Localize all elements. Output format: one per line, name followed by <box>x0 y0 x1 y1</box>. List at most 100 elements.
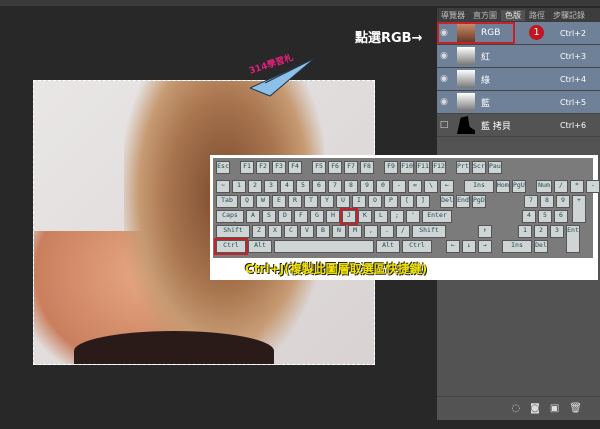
tab-0[interactable]: 導覽器 <box>437 10 469 21</box>
key: ] <box>416 195 430 208</box>
key: 6 <box>554 210 568 223</box>
trash-icon[interactable]: 🗑 <box>569 403 582 414</box>
channel-shortcut: Ctrl+5 <box>560 97 587 107</box>
channel-name: 藍 拷貝 <box>481 121 511 132</box>
key: F9 <box>384 161 398 174</box>
channel-shortcut: Ctrl+2 <box>560 28 587 38</box>
key: P <box>384 195 398 208</box>
key: T <box>304 195 318 208</box>
key: PrtSc <box>456 161 470 174</box>
new-channel-icon[interactable]: ▣ <box>550 403 559 414</box>
key: 7 <box>524 195 538 208</box>
key: , <box>364 225 378 238</box>
key: 3 <box>264 180 278 193</box>
key: [ <box>400 195 414 208</box>
key: Ins <box>502 240 532 253</box>
key: . <box>380 225 394 238</box>
channel-thumbnail <box>457 93 475 111</box>
key: F3 <box>272 161 286 174</box>
key: → <box>478 240 492 253</box>
key: D <box>278 210 292 223</box>
key: R <box>288 195 302 208</box>
key: C <box>284 225 298 238</box>
key: 5 <box>538 210 552 223</box>
top-bar <box>0 0 600 6</box>
key: F6 <box>328 161 342 174</box>
key: / <box>554 180 568 193</box>
key: K <box>358 210 372 223</box>
key: Alt <box>248 240 272 253</box>
key: F4 <box>288 161 302 174</box>
key: F1 <box>240 161 254 174</box>
key: Home <box>496 180 510 193</box>
channel-row[interactable]: ◉ RGB Ctrl+2 1 <box>437 22 600 45</box>
panel-tabs: 導覽器 直方圖 色版 路徑 步驟記錄 <box>437 8 600 22</box>
key: Del <box>534 240 548 253</box>
key: 7 <box>328 180 342 193</box>
channel-name: 藍 <box>481 98 491 109</box>
highlight-box <box>437 22 515 44</box>
key: Enter <box>422 210 452 223</box>
key: W <box>256 195 270 208</box>
channel-row[interactable]: □ 藍 拷貝 Ctrl+6 <box>437 114 600 137</box>
key: Del <box>440 195 454 208</box>
key: Shift <box>412 225 446 238</box>
key: H <box>326 210 340 223</box>
key: 5 <box>296 180 310 193</box>
key: \ <box>424 180 438 193</box>
key: I <box>352 195 366 208</box>
tab-2[interactable]: 色版 <box>501 9 525 21</box>
key <box>274 240 374 253</box>
key: ; <box>390 210 404 223</box>
key: Y <box>320 195 334 208</box>
eye-icon[interactable]: ◉ <box>437 97 451 107</box>
load-selection-icon[interactable]: ◌ <box>511 403 520 414</box>
key: 2 <box>248 180 262 193</box>
channel-row[interactable]: ◉ 紅 Ctrl+3 <box>437 45 600 68</box>
key: 8 <box>540 195 554 208</box>
key: Ent <box>566 225 580 253</box>
key: L <box>374 210 388 223</box>
channel-shortcut: Ctrl+6 <box>560 120 587 130</box>
channel-shortcut: Ctrl+3 <box>560 51 587 61</box>
channel-name: 紅 <box>481 52 491 63</box>
key: Num <box>536 180 552 193</box>
key: F <box>294 210 308 223</box>
key: F10 <box>400 161 414 174</box>
key: Caps Lock <box>216 210 244 223</box>
save-selection-icon[interactable]: ◙ <box>530 403 540 414</box>
key: V <box>300 225 314 238</box>
key: End <box>456 195 470 208</box>
key: 1 <box>232 180 246 193</box>
key: Ctrl <box>402 240 432 253</box>
visibility-toggle[interactable]: □ <box>437 120 451 130</box>
tab-1[interactable]: 直方圖 <box>469 10 501 21</box>
key: 3 <box>550 225 564 238</box>
key: G <box>310 210 324 223</box>
key: Z <box>252 225 266 238</box>
eye-icon[interactable]: ◉ <box>437 51 451 61</box>
key: U <box>336 195 350 208</box>
key: A <box>246 210 260 223</box>
tab-4[interactable]: 步驟記錄 <box>549 10 589 21</box>
key: PgDn <box>472 195 486 208</box>
key: + <box>572 195 586 223</box>
key: M <box>348 225 362 238</box>
key: B <box>316 225 330 238</box>
keyboard: EscF1F2F3F4F5F6F7F8F9F10F11F12PrtScScrLk… <box>213 158 600 258</box>
key: 6 <box>312 180 326 193</box>
key: S <box>262 210 276 223</box>
channel-row[interactable]: ◉ 藍 Ctrl+5 <box>437 91 600 114</box>
eye-icon[interactable]: ◉ <box>437 74 451 84</box>
key: 4 <box>522 210 536 223</box>
key: ' <box>406 210 420 223</box>
channel-row[interactable]: ◉ 綠 Ctrl+4 <box>437 68 600 91</box>
key: F2 <box>256 161 270 174</box>
key: ↓ <box>462 240 476 253</box>
tab-3[interactable]: 路徑 <box>525 10 549 21</box>
keyboard-illustration: EscF1F2F3F4F5F6F7F8F9F10F11F12PrtScScrLk… <box>210 155 600 280</box>
key: Pause <box>488 161 502 174</box>
key: F12 <box>432 161 446 174</box>
key: 2 <box>534 225 548 238</box>
channel-thumbnail <box>457 116 475 134</box>
